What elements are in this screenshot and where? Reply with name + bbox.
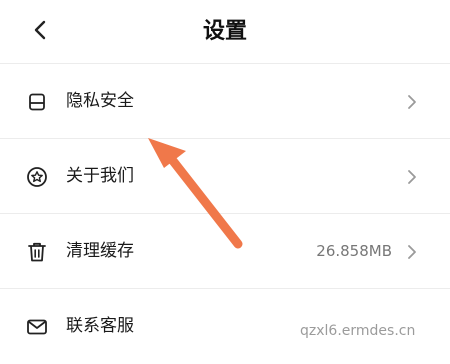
top-bar: 设置 bbox=[0, 0, 450, 64]
chevron-right-icon bbox=[406, 168, 418, 186]
chevron-right-icon bbox=[406, 93, 418, 111]
watermark: qzxl6.ermdes.cn bbox=[300, 323, 416, 339]
settings-item-privacy-security[interactable]: 隐私安全 bbox=[0, 64, 450, 139]
star-badge-icon bbox=[26, 166, 48, 188]
settings-item-label: 联系客服 bbox=[66, 316, 134, 336]
settings-item-about-us[interactable]: 关于我们 bbox=[0, 139, 450, 214]
back-button[interactable] bbox=[22, 14, 58, 50]
settings-item-label: 隐私安全 bbox=[66, 91, 134, 111]
cache-size-value: 26.858MB bbox=[316, 242, 392, 260]
document-icon bbox=[26, 91, 48, 113]
page-title: 设置 bbox=[202, 19, 247, 44]
settings-item-clear-cache[interactable]: 清理缓存 26.858MB bbox=[0, 214, 450, 289]
chevron-right-icon bbox=[406, 243, 418, 261]
mail-icon bbox=[26, 316, 48, 338]
settings-item-label: 关于我们 bbox=[66, 166, 134, 186]
chevron-left-icon bbox=[33, 19, 47, 45]
trash-icon bbox=[26, 241, 48, 263]
settings-item-label: 清理缓存 bbox=[66, 241, 134, 261]
